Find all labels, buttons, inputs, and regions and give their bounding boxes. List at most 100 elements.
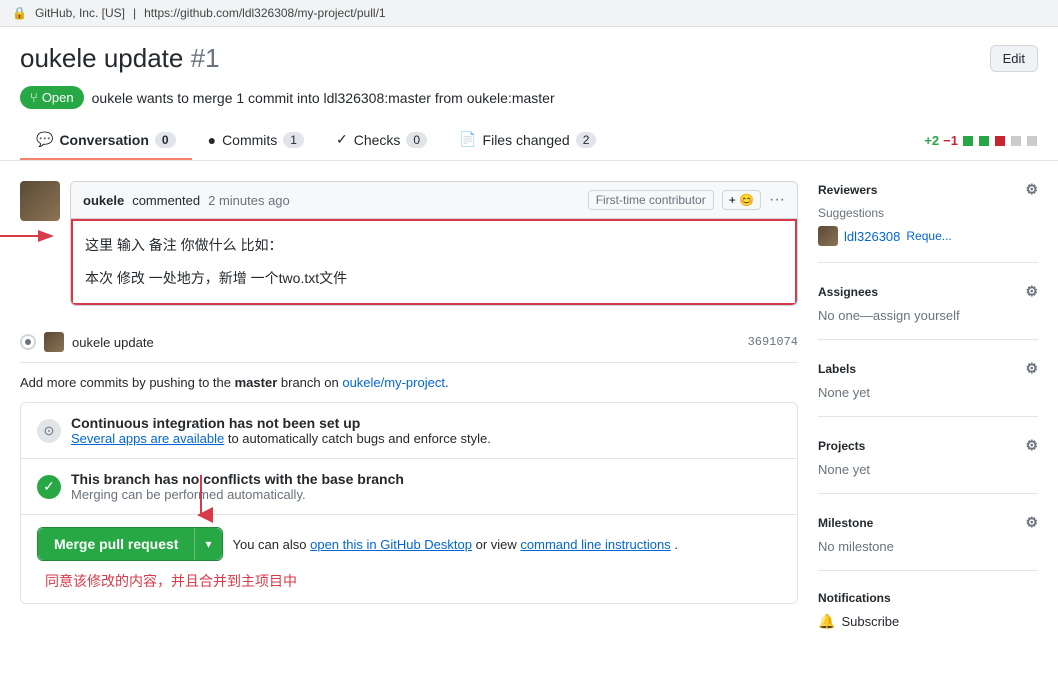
commit-name: oukele update bbox=[72, 335, 154, 350]
labels-gear-icon[interactable]: ⚙ bbox=[1025, 360, 1038, 377]
left-arrow-svg bbox=[0, 221, 60, 251]
sidebar-milestone: Milestone ⚙ No milestone bbox=[818, 514, 1038, 571]
sidebar-labels-title: Labels ⚙ bbox=[818, 360, 1038, 377]
subscribe-row: 🔔 Subscribe bbox=[818, 613, 1038, 630]
tab-checks[interactable]: ✓ Checks 0 bbox=[320, 121, 443, 160]
files-icon: 📄 bbox=[459, 131, 476, 148]
diff-block-green1 bbox=[963, 136, 973, 146]
tabs-row: 💬 Conversation 0 ● Commits 1 ✓ Checks 0 … bbox=[0, 121, 1058, 161]
assignees-none: No one—assign yourself bbox=[818, 308, 1038, 323]
diff-block-red bbox=[995, 136, 1005, 146]
emoji-button[interactable]: + 😊 bbox=[722, 190, 761, 210]
browser-bar: 🔒 GitHub, Inc. [US] | https://github.com… bbox=[0, 0, 1058, 27]
tab-commits[interactable]: ● Commits 1 bbox=[192, 122, 320, 160]
reviewer-link[interactable]: Reque... bbox=[906, 229, 951, 243]
comment-author: oukele bbox=[83, 193, 124, 208]
comment-line2: 本次 修改 一处地方，新增 一个two.txt文件 bbox=[85, 266, 783, 291]
assignees-gear-icon[interactable]: ⚙ bbox=[1025, 283, 1038, 300]
comment-header-right: First-time contributor + 😊 ··· bbox=[588, 190, 785, 210]
sidebar-reviewers: Reviewers ⚙ Suggestions ldl326308 Reque.… bbox=[818, 181, 1038, 263]
tab-conversation[interactable]: 💬 Conversation 0 bbox=[20, 121, 192, 160]
conversation-icon: 💬 bbox=[36, 131, 53, 148]
labels-none: None yet bbox=[818, 385, 1038, 400]
sidebar-projects: Projects ⚙ None yet bbox=[818, 437, 1038, 494]
commit-avatar bbox=[44, 332, 64, 352]
sidebar-notifications-title: Notifications bbox=[818, 591, 1038, 605]
ci-row1-sub: Several apps are available to automatica… bbox=[71, 431, 491, 446]
github-desktop-link[interactable]: open this in GitHub Desktop bbox=[310, 537, 472, 552]
diff-block-gray2 bbox=[1027, 136, 1037, 146]
projects-none: None yet bbox=[818, 462, 1038, 477]
comment-time: 2 minutes ago bbox=[208, 193, 290, 208]
reviewer-name[interactable]: ldl326308 bbox=[844, 229, 900, 244]
pr-meta-text: oukele wants to merge 1 commit into ldl3… bbox=[92, 90, 555, 106]
sidebar-reviewers-title: Reviewers ⚙ bbox=[818, 181, 1038, 198]
merge-dropdown-button[interactable]: ▾ bbox=[194, 528, 221, 560]
merge-annotation: 同意该修改的内容，并且合并到主项目中 bbox=[45, 571, 297, 591]
milestone-gear-icon[interactable]: ⚙ bbox=[1025, 514, 1038, 531]
commit-hash: 3691074 bbox=[748, 335, 798, 349]
base-branch[interactable]: ldl326308:master bbox=[324, 90, 431, 106]
comment-content: 这里 输入 备注 你做什么 比如： 本次 修改 一处地方，新增 一个two.tx… bbox=[71, 219, 797, 305]
open-badge: ⑂ Open bbox=[20, 86, 84, 109]
repo-link[interactable]: oukele/my-project bbox=[342, 375, 445, 390]
ci-row-1: ⊙ Continuous integration has not been se… bbox=[21, 403, 797, 459]
merge-helper-text: You can also open this in GitHub Desktop… bbox=[233, 537, 678, 552]
subscribe-label: Subscribe bbox=[841, 614, 899, 629]
commit-row: oukele update 3691074 bbox=[20, 322, 798, 363]
sidebar: Reviewers ⚙ Suggestions ldl326308 Reque.… bbox=[818, 181, 1038, 666]
cmd-link[interactable]: command line instructions bbox=[520, 537, 670, 552]
open-icon: ⑂ bbox=[30, 90, 38, 105]
url-display: https://github.com/ldl326308/my-project/… bbox=[144, 6, 385, 20]
comment-action: commented bbox=[132, 193, 200, 208]
contributor-badge: First-time contributor bbox=[588, 190, 714, 210]
subscribe-icon: 🔔 bbox=[818, 613, 835, 630]
ci-gray-icon: ⊙ bbox=[37, 419, 61, 443]
merge-row: Merge pull request ▾ You can also open t… bbox=[21, 515, 797, 603]
sidebar-projects-title: Projects ⚙ bbox=[818, 437, 1038, 454]
sidebar-labels: Labels ⚙ None yet bbox=[818, 360, 1038, 417]
sidebar-reviewer-row: ldl326308 Reque... bbox=[818, 226, 1038, 246]
edit-button[interactable]: Edit bbox=[990, 45, 1038, 72]
comment-avatar bbox=[20, 181, 60, 221]
lock-icon: 🔒 bbox=[12, 6, 27, 20]
head-branch[interactable]: oukele:master bbox=[467, 90, 555, 106]
merge-pull-request-button[interactable]: Merge pull request bbox=[38, 528, 194, 560]
comment-line1: 这里 输入 备注 你做什么 比如： bbox=[85, 233, 783, 258]
reviewer-avatar bbox=[818, 226, 838, 246]
sidebar-notifications: Notifications 🔔 Subscribe bbox=[818, 591, 1038, 646]
timeline: 修改信息的程序员 bbox=[20, 181, 798, 666]
more-button[interactable]: ··· bbox=[769, 191, 785, 209]
ci-row2-text: This branch has no conflicts with the ba… bbox=[71, 471, 404, 502]
diff-stats: +2 −1 bbox=[924, 133, 1038, 148]
diff-block-green2 bbox=[979, 136, 989, 146]
tab-files-changed[interactable]: 📄 Files changed 2 bbox=[443, 121, 612, 160]
reviewers-suggestions: Suggestions bbox=[818, 206, 1038, 220]
sidebar-assignees-title: Assignees ⚙ bbox=[818, 283, 1038, 300]
sidebar-assignees: Assignees ⚙ No one—assign yourself bbox=[818, 283, 1038, 340]
ci-green-icon: ✓ bbox=[37, 475, 61, 499]
ci-apps-link[interactable]: Several apps are available bbox=[71, 431, 224, 446]
sidebar-milestone-title: Milestone ⚙ bbox=[818, 514, 1038, 531]
ci-row1-text: Continuous integration has not been set … bbox=[71, 415, 491, 446]
ci-box: ⊙ Continuous integration has not been se… bbox=[20, 402, 798, 604]
diff-block-gray1 bbox=[1011, 136, 1021, 146]
pr-title: oukele update #1 bbox=[20, 43, 220, 74]
merge-section: Merge pull request ▾ You can also open t… bbox=[21, 515, 797, 603]
comment-body: oukele commented 2 minutes ago First-tim… bbox=[70, 181, 798, 306]
ci-row2-sub: Merging can be performed automatically. bbox=[71, 487, 404, 502]
commits-icon: ● bbox=[208, 132, 216, 148]
projects-gear-icon[interactable]: ⚙ bbox=[1025, 437, 1038, 454]
timeline-icon bbox=[20, 334, 36, 350]
main-layout: 修改信息的程序员 bbox=[0, 161, 1058, 666]
pr-title-row: oukele update #1 Edit bbox=[0, 27, 1058, 82]
comment-header: oukele commented 2 minutes ago First-tim… bbox=[71, 182, 797, 219]
ci-row2-title: This branch has no conflicts with the ba… bbox=[71, 471, 404, 487]
company-label: GitHub, Inc. [US] bbox=[35, 6, 125, 20]
info-text: Add more commits by pushing to the maste… bbox=[20, 375, 798, 390]
reviewers-gear-icon[interactable]: ⚙ bbox=[1025, 181, 1038, 198]
ci-row1-title: Continuous integration has not been set … bbox=[71, 415, 491, 431]
ci-row-2: ✓ This branch has no conflicts with the … bbox=[21, 459, 797, 515]
separator: | bbox=[133, 6, 136, 20]
milestone-none: No milestone bbox=[818, 539, 1038, 554]
